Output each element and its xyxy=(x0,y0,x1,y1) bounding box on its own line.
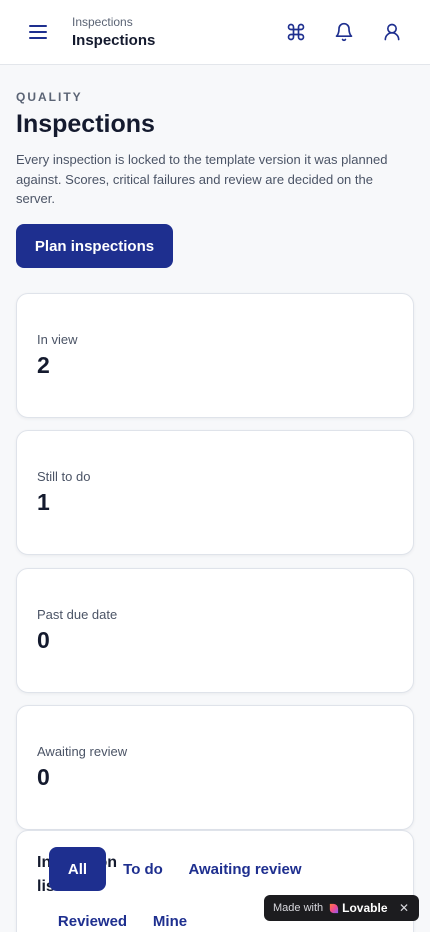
stat-card-in-view: In view 2 xyxy=(16,293,414,418)
command-icon[interactable] xyxy=(283,19,309,45)
made-with-lovable-badge[interactable]: Made with Lovable ✕ xyxy=(264,895,419,921)
page-description: Every inspection is locked to the templa… xyxy=(16,152,388,206)
stat-label: In view xyxy=(37,332,78,347)
lovable-logo: Lovable xyxy=(328,901,388,915)
stat-card-awaiting-review: Awaiting review 0 xyxy=(16,705,414,830)
badge-prefix: Made with xyxy=(273,902,324,914)
top-bar: Inspections Inspections xyxy=(0,0,430,65)
top-bar-title: Inspections xyxy=(72,32,156,49)
stat-value: 2 xyxy=(37,352,50,378)
stat-card-past-due: Past due date 0 xyxy=(16,568,414,693)
stat-value: 0 xyxy=(37,764,50,790)
badge-brand-text: Lovable xyxy=(342,901,388,915)
page-title: Inspections xyxy=(16,110,155,138)
stat-label: Still to do xyxy=(37,469,91,484)
stat-label: Awaiting review xyxy=(37,744,128,759)
bell-icon[interactable] xyxy=(331,19,357,45)
tab-mine[interactable]: Mine xyxy=(144,907,196,932)
section-eyebrow: QUALITY xyxy=(16,90,83,104)
stat-card-still-to-do: Still to do 1 xyxy=(16,430,414,555)
menu-icon[interactable] xyxy=(24,20,52,44)
lovable-heart-icon xyxy=(329,903,339,913)
plan-inspections-button[interactable]: Plan inspections xyxy=(16,224,173,268)
breadcrumb[interactable]: Inspections xyxy=(72,15,133,29)
tab-awaiting-review[interactable]: Awaiting review xyxy=(180,855,310,883)
tab-all[interactable]: All xyxy=(49,847,106,891)
stat-value: 1 xyxy=(37,489,50,515)
user-icon[interactable] xyxy=(379,19,405,45)
stat-label: Past due date xyxy=(37,607,118,622)
stat-value: 0 xyxy=(37,627,50,653)
badge-close-icon[interactable]: ✕ xyxy=(395,899,413,917)
tab-to-do[interactable]: To do xyxy=(115,855,171,883)
tab-reviewed[interactable]: Reviewed xyxy=(49,907,136,932)
